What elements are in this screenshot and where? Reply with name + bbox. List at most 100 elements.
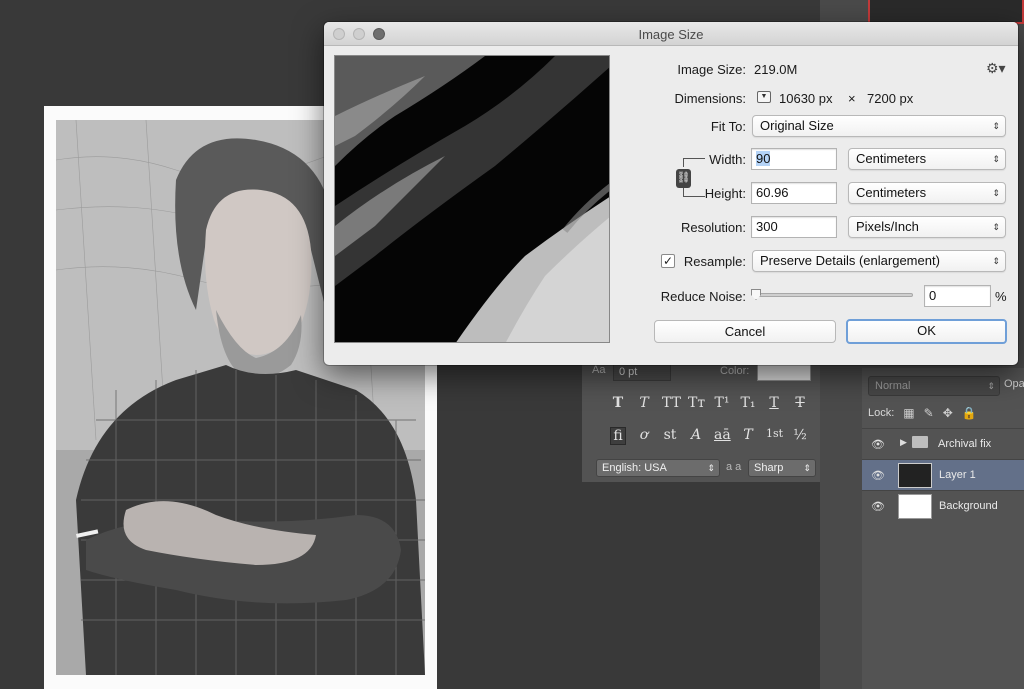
blend-mode-value: Normal [875,380,911,392]
all-caps-button[interactable]: TT [662,395,681,411]
height-field[interactable]: 60.96 [751,182,837,204]
ok-button[interactable]: OK [846,319,1007,344]
layer-row-archival-fix[interactable]: 👁 ▶ Archival fix [862,428,1024,459]
width-field[interactable]: 90 [751,148,837,170]
lock-move-icon[interactable]: ✥ [943,406,953,420]
lock-label: Lock: [868,407,895,419]
height-value: 60.96 [756,185,789,200]
height-unit-value: Centimeters [856,185,927,200]
swash-button[interactable]: A [688,427,704,445]
dimensions-width: 10630 px [779,91,833,106]
visibility-eye-icon[interactable]: 👁 [871,469,885,482]
reduce-noise-slider-track[interactable] [756,293,913,297]
cancel-button[interactable]: Cancel [654,320,836,343]
gear-icon[interactable]: ⚙▾ [986,60,1006,77]
image-size-value: 219.0M [754,62,798,77]
ligatures-button[interactable]: fi [610,427,626,445]
dimensions-height: 7200 px [867,91,914,106]
language-select[interactable]: English: USA ⇕ [596,459,720,477]
layers-panel: Normal ⇕ Opa Lock: ▦ ✎ ✥ 🔒 👁 ▶ Archival … [862,368,1024,689]
blend-mode-select[interactable]: Normal ⇕ [868,376,1000,396]
visibility-eye-icon[interactable]: 👁 [871,438,885,451]
antialias-value: Sharp [754,462,784,474]
resample-method-select[interactable]: Preserve Details (enlargement) ⇕ [752,250,1006,272]
updown-arrows-icon: ⇕ [992,188,1000,198]
lock-brush-icon[interactable]: ✎ [924,406,934,420]
dialog-titlebar[interactable]: Image Size [324,22,1018,46]
layer-name: Archival fix [938,438,992,450]
underline-button[interactable]: T [766,395,782,411]
width-unit-value: Centimeters [856,151,927,166]
updown-arrows-icon: ⇕ [992,222,1000,232]
disclosure-triangle-icon[interactable]: ▼ [757,91,771,103]
layer-name: Background [939,500,998,512]
faux-italic-button[interactable]: T [636,395,652,411]
faux-bold-button[interactable]: T [610,395,626,411]
resolution-unit-select[interactable]: Pixels/Inch ⇕ [848,216,1006,238]
height-label: Height: [704,186,746,201]
resolution-unit-value: Pixels/Inch [856,219,919,234]
fit-to-select[interactable]: Original Size ⇕ [752,115,1006,137]
updown-arrows-icon: ⇕ [707,463,715,473]
subscript-button[interactable]: T₁ [740,395,756,411]
reduce-noise-field[interactable]: 0 [924,285,991,307]
layer-row-background[interactable]: 👁 Background [862,490,1024,521]
tracking-icon: A͞a [592,364,606,376]
folder-icon [912,436,928,448]
resolution-value: 300 [756,219,778,234]
layer-row-layer-1[interactable]: 👁 Layer 1 [862,459,1024,490]
resample-label: Resample: [683,254,746,269]
layer-thumbnail [898,463,932,488]
superscript-button[interactable]: T¹ [714,395,730,411]
resample-checkbox[interactable]: ✓ [661,254,675,268]
color-swatch[interactable] [757,363,811,381]
ordinals-button[interactable]: 1st [766,427,783,445]
strikethrough-button[interactable]: T [792,395,808,411]
old-style-button[interactable]: ơ [636,427,652,445]
faux-style-buttons: T T TT Tт T¹ T₁ T T [610,395,808,411]
language-value: English: USA [602,462,667,474]
reduce-noise-label: Reduce Noise: [660,289,746,304]
updown-arrows-icon: ⇕ [803,463,811,473]
discretionary-ligatures-button[interactable]: st [662,427,678,445]
color-label: Color: [720,365,750,377]
updown-arrows-icon: ⇕ [992,256,1000,266]
reduce-noise-unit: % [995,289,1007,304]
lock-row: Lock: ▦ ✎ ✥ 🔒 [868,406,977,420]
resample-method-value: Preserve Details (enlargement) [760,253,940,268]
resolution-label: Resolution: [680,220,746,235]
layer-thumbnail [898,494,932,519]
titling-alternates-button[interactable]: T [740,427,756,445]
image-preview[interactable] [334,55,610,343]
width-unit-select[interactable]: Centimeters ⇕ [848,148,1006,170]
dialog-title: Image Size [638,27,704,42]
opentype-buttons: fi ơ st A aā T 1st ½ [610,427,808,445]
fit-to-value: Original Size [760,118,834,133]
reduce-noise-value: 0 [929,288,937,303]
disclosure-triangle-icon[interactable]: ▶ [900,437,907,448]
character-panel: A͞a 0 pt Color: T T TT Tт T¹ T₁ T T fi ơ… [582,358,820,482]
width-label: Width: [709,152,746,167]
opacity-label: Opa [1004,378,1024,390]
updown-arrows-icon: ⇕ [987,381,995,391]
lock-all-icon[interactable]: 🔒 [962,406,977,420]
antialias-icon: a a [726,461,742,473]
height-unit-select[interactable]: Centimeters ⇕ [848,182,1006,204]
fractions-button[interactable]: ½ [792,427,808,445]
layer-name: Layer 1 [939,469,976,481]
navigator-thumbnail[interactable] [868,0,1024,24]
resolution-field[interactable]: 300 [751,216,837,238]
reduce-noise-slider-thumb[interactable] [751,289,761,300]
updown-arrows-icon: ⇕ [992,154,1000,164]
dimensions-times: × [848,91,856,106]
image-size-dialog: Image Size ⚙▾ Image Size: 219.0M Dimensi… [324,22,1018,365]
visibility-eye-icon[interactable]: 👁 [871,500,885,513]
small-caps-button[interactable]: Tт [688,395,705,411]
tracking-field[interactable]: 0 pt [613,363,671,381]
width-value: 90 [756,151,771,166]
antialias-select[interactable]: Sharp ⇕ [748,459,816,477]
lock-transparent-icon[interactable]: ▦ [903,406,914,420]
updown-arrows-icon: ⇕ [992,121,1000,131]
dimensions-label: Dimensions: [674,91,746,106]
stylistic-alternates-button[interactable]: aā [714,427,731,445]
